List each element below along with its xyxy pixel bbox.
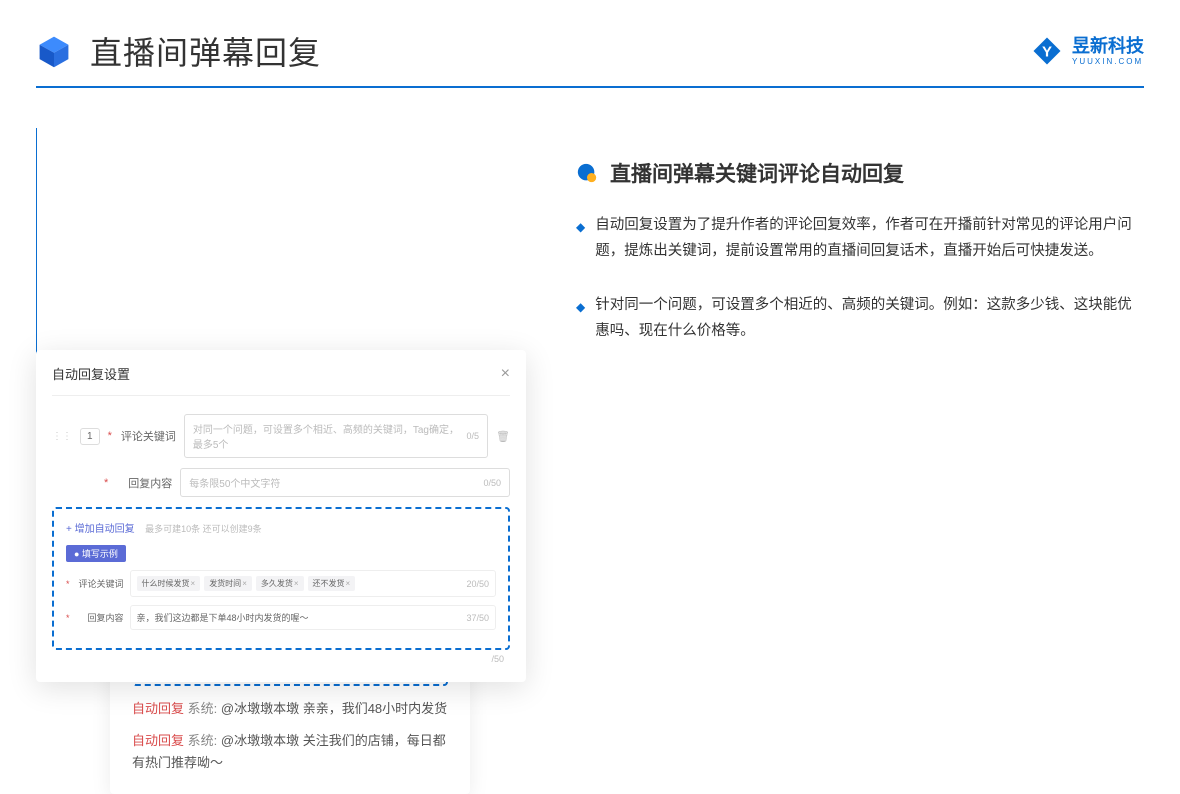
keyword-input[interactable]: 对同一个问题，可设置多个相近、高频的关键词，Tag确定，最多5个 0/5 <box>184 414 488 458</box>
example-content-text: 亲，我们这边都是下单48小时内发货的喔～ <box>137 611 309 624</box>
example-highlight: + 增加自动回复 最多可建10条 还可以创建9条 ● 填写示例 * 评论关键词 … <box>52 507 510 650</box>
page-title: 直播间弹幕回复 <box>90 28 321 74</box>
cube-logo-icon <box>36 33 72 69</box>
bullet-text: 针对同一个问题，可设置多个相近的、高频的关键词。例如：这款多少钱、这块能优惠吗、… <box>595 292 1144 344</box>
add-hint: 最多可建10条 还可以创建9条 <box>145 524 262 534</box>
outer-counter: /50 <box>52 654 510 664</box>
diamond-icon: ◆ <box>576 217 585 264</box>
diamond-icon: ◆ <box>576 297 585 344</box>
required-star: * <box>66 613 70 623</box>
keyword-tag[interactable]: 发货时间× <box>204 576 252 591</box>
content-input[interactable]: 每条限50个中文字符 0/50 <box>180 468 510 497</box>
svg-text:Y: Y <box>1042 43 1052 60</box>
close-icon[interactable]: × <box>501 365 510 383</box>
required-star: * <box>66 579 70 589</box>
auto-reply-settings-modal: 自动回复设置 × ⋮⋮ 1 * 评论关键词 对同一个问题，可设置多个相近、高频的… <box>36 350 526 682</box>
keyword-tag[interactable]: 多久发货× <box>256 576 304 591</box>
brand-sub: YUUXIN.COM <box>1072 57 1144 66</box>
add-auto-reply-link[interactable]: + 增加自动回复 <box>66 524 135 535</box>
required-star: * <box>104 477 108 489</box>
bullet-item: ◆ 针对同一个问题，可设置多个相近的、高频的关键词。例如：这款多少钱、这块能优惠… <box>576 292 1144 344</box>
system-label: 系统: <box>188 701 218 716</box>
keyword-tag[interactable]: 什么时候发货× <box>137 576 201 591</box>
auto-reply-badge: 自动回复 <box>132 701 184 716</box>
comment-text: @冰墩墩本墩 亲亲，我们48小时内发货 <box>221 701 447 716</box>
modal-title: 自动回复设置 <box>52 364 130 383</box>
example-content-input[interactable]: 亲，我们这边都是下单48小时内发货的喔～ 37/50 <box>130 605 496 630</box>
bullet-item: ◆ 自动回复设置为了提升作者的评论回复效率，作者可在开播前针对常见的评论用户问题… <box>576 212 1144 264</box>
section-bullet-icon <box>576 162 598 184</box>
drag-handle-icon[interactable]: ⋮⋮ <box>52 431 72 442</box>
example-content-counter: 37/50 <box>466 613 489 623</box>
content-label: 回复内容 <box>116 475 172 491</box>
keyword-placeholder: 对同一个问题，可设置多个相近、高频的关键词，Tag确定，最多5个 <box>193 421 467 451</box>
required-star: * <box>108 430 112 442</box>
keyword-tag[interactable]: 还不发货× <box>308 576 356 591</box>
section-title: 直播间弹幕关键词评论自动回复 <box>610 158 904 188</box>
keyword-counter: 0/5 <box>467 431 480 441</box>
brand-name: 昱新科技 <box>1072 37 1144 55</box>
example-keyword-label: 评论关键词 <box>76 577 124 590</box>
example-badge: ● 填写示例 <box>66 545 126 562</box>
example-content-label: 回复内容 <box>76 611 124 624</box>
example-keyword-input[interactable]: 什么时候发货× 发货时间× 多久发货× 还不发货× 20/50 <box>130 570 496 597</box>
keyword-label: 评论关键词 <box>120 428 176 444</box>
bullet-text: 自动回复设置为了提升作者的评论回复效率，作者可在开播前针对常见的评论用户问题，提… <box>595 212 1144 264</box>
delete-icon[interactable]: 🗑 <box>496 430 510 443</box>
example-kw-counter: 20/50 <box>466 579 489 589</box>
rule-number: 1 <box>80 428 100 445</box>
auto-reply-badge: 自动回复 <box>132 733 184 748</box>
content-placeholder: 每条限50个中文字符 <box>189 475 280 490</box>
brand-logo: Y 昱新科技 YUUXIN.COM <box>1032 36 1144 66</box>
system-label: 系统: <box>188 733 218 748</box>
content-counter: 0/50 <box>483 478 501 488</box>
